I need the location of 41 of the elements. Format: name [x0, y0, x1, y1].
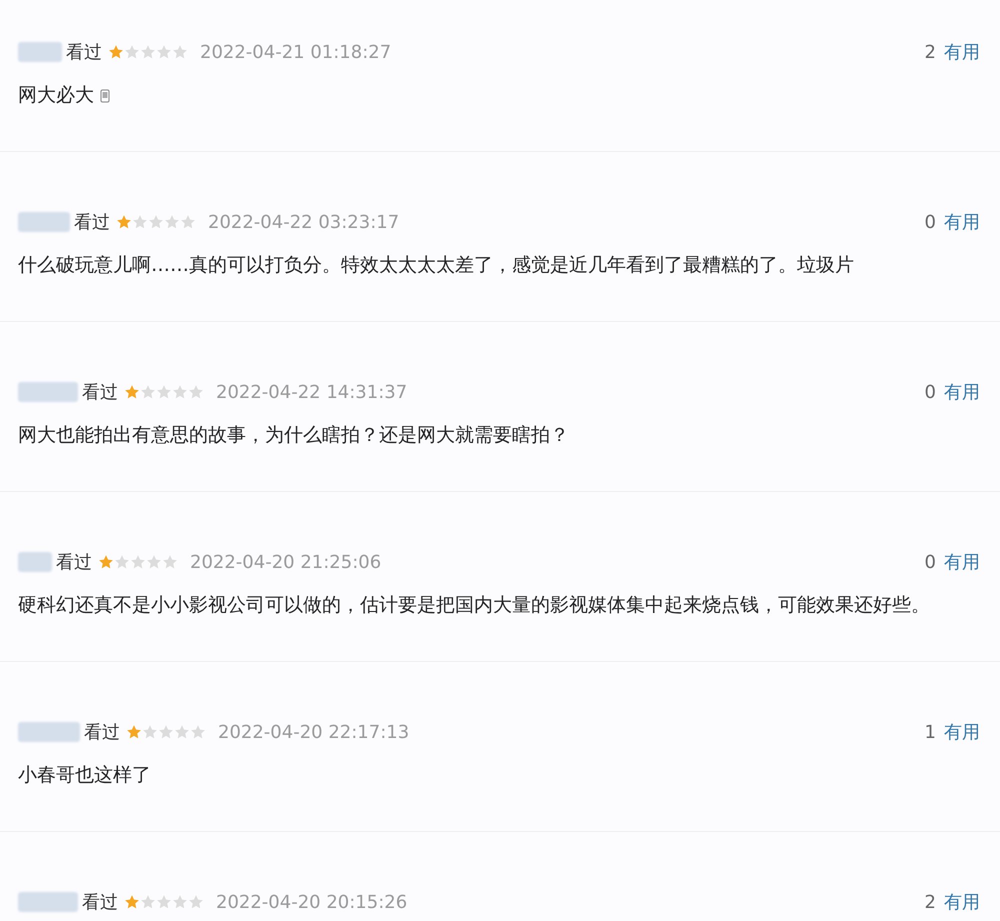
filled-star-icon: [126, 724, 142, 740]
review-time: 2022-04-20 20:15:26: [216, 892, 408, 912]
review-text: 硬科幻还真不是小小影视公司可以做的，估计要是把国内大量的影视媒体集中起来烧点钱，可能效果还好些。: [18, 594, 930, 616]
blurred-username: [18, 892, 78, 912]
useful-link[interactable]: 有用: [944, 720, 980, 744]
filled-star-icon: [124, 384, 140, 400]
review-time: 2022-04-20 22:17:13: [218, 722, 410, 742]
review-time: 2022-04-20 21:25:06: [190, 552, 382, 572]
watched-status: 看过: [56, 551, 92, 574]
useful-count: 0: [924, 212, 936, 232]
useful-link[interactable]: 有用: [944, 890, 980, 914]
review-time: 2022-04-22 03:23:17: [208, 212, 400, 232]
useful-count: 2: [924, 42, 936, 62]
useful-count: 2: [924, 892, 936, 912]
watched-status: 看过: [82, 381, 118, 404]
blurred-username: [18, 382, 78, 402]
filled-star-icon: [108, 44, 124, 60]
watched-status: 看过: [66, 41, 102, 64]
review-text: 什么破玩意儿啊……真的可以打负分。特效太太太太差了，感觉是近几年看到了最糟糕的了。垃圾片: [18, 254, 854, 276]
useful-count: 0: [924, 552, 936, 572]
filled-star-icon: [98, 554, 114, 570]
filled-star-icon: [116, 214, 132, 230]
blurred-username: [18, 212, 70, 232]
blurred-username: [18, 42, 62, 62]
review-time: 2022-04-21 01:18:27: [200, 42, 392, 62]
useful-link[interactable]: 有用: [944, 40, 980, 64]
filled-star-icon: [124, 894, 140, 910]
blurred-username: [18, 722, 80, 742]
watched-status: 看过: [74, 211, 110, 234]
review-text: 网大必大: [18, 84, 94, 106]
watched-status: 看过: [84, 721, 120, 744]
useful-count: 1: [924, 722, 936, 742]
useful-link[interactable]: 有用: [944, 210, 980, 234]
useful-count: 0: [924, 382, 936, 402]
review-text: 网大也能拍出有意思的故事，为什么瞎拍？还是网大就需要瞎拍？: [18, 424, 569, 446]
review-text: 小春哥也这样了: [18, 764, 151, 786]
review-time: 2022-04-22 14:31:37: [216, 382, 408, 402]
useful-link[interactable]: 有用: [944, 380, 980, 404]
watched-status: 看过: [82, 891, 118, 914]
useful-link[interactable]: 有用: [944, 550, 980, 574]
blurred-username: [18, 552, 52, 572]
